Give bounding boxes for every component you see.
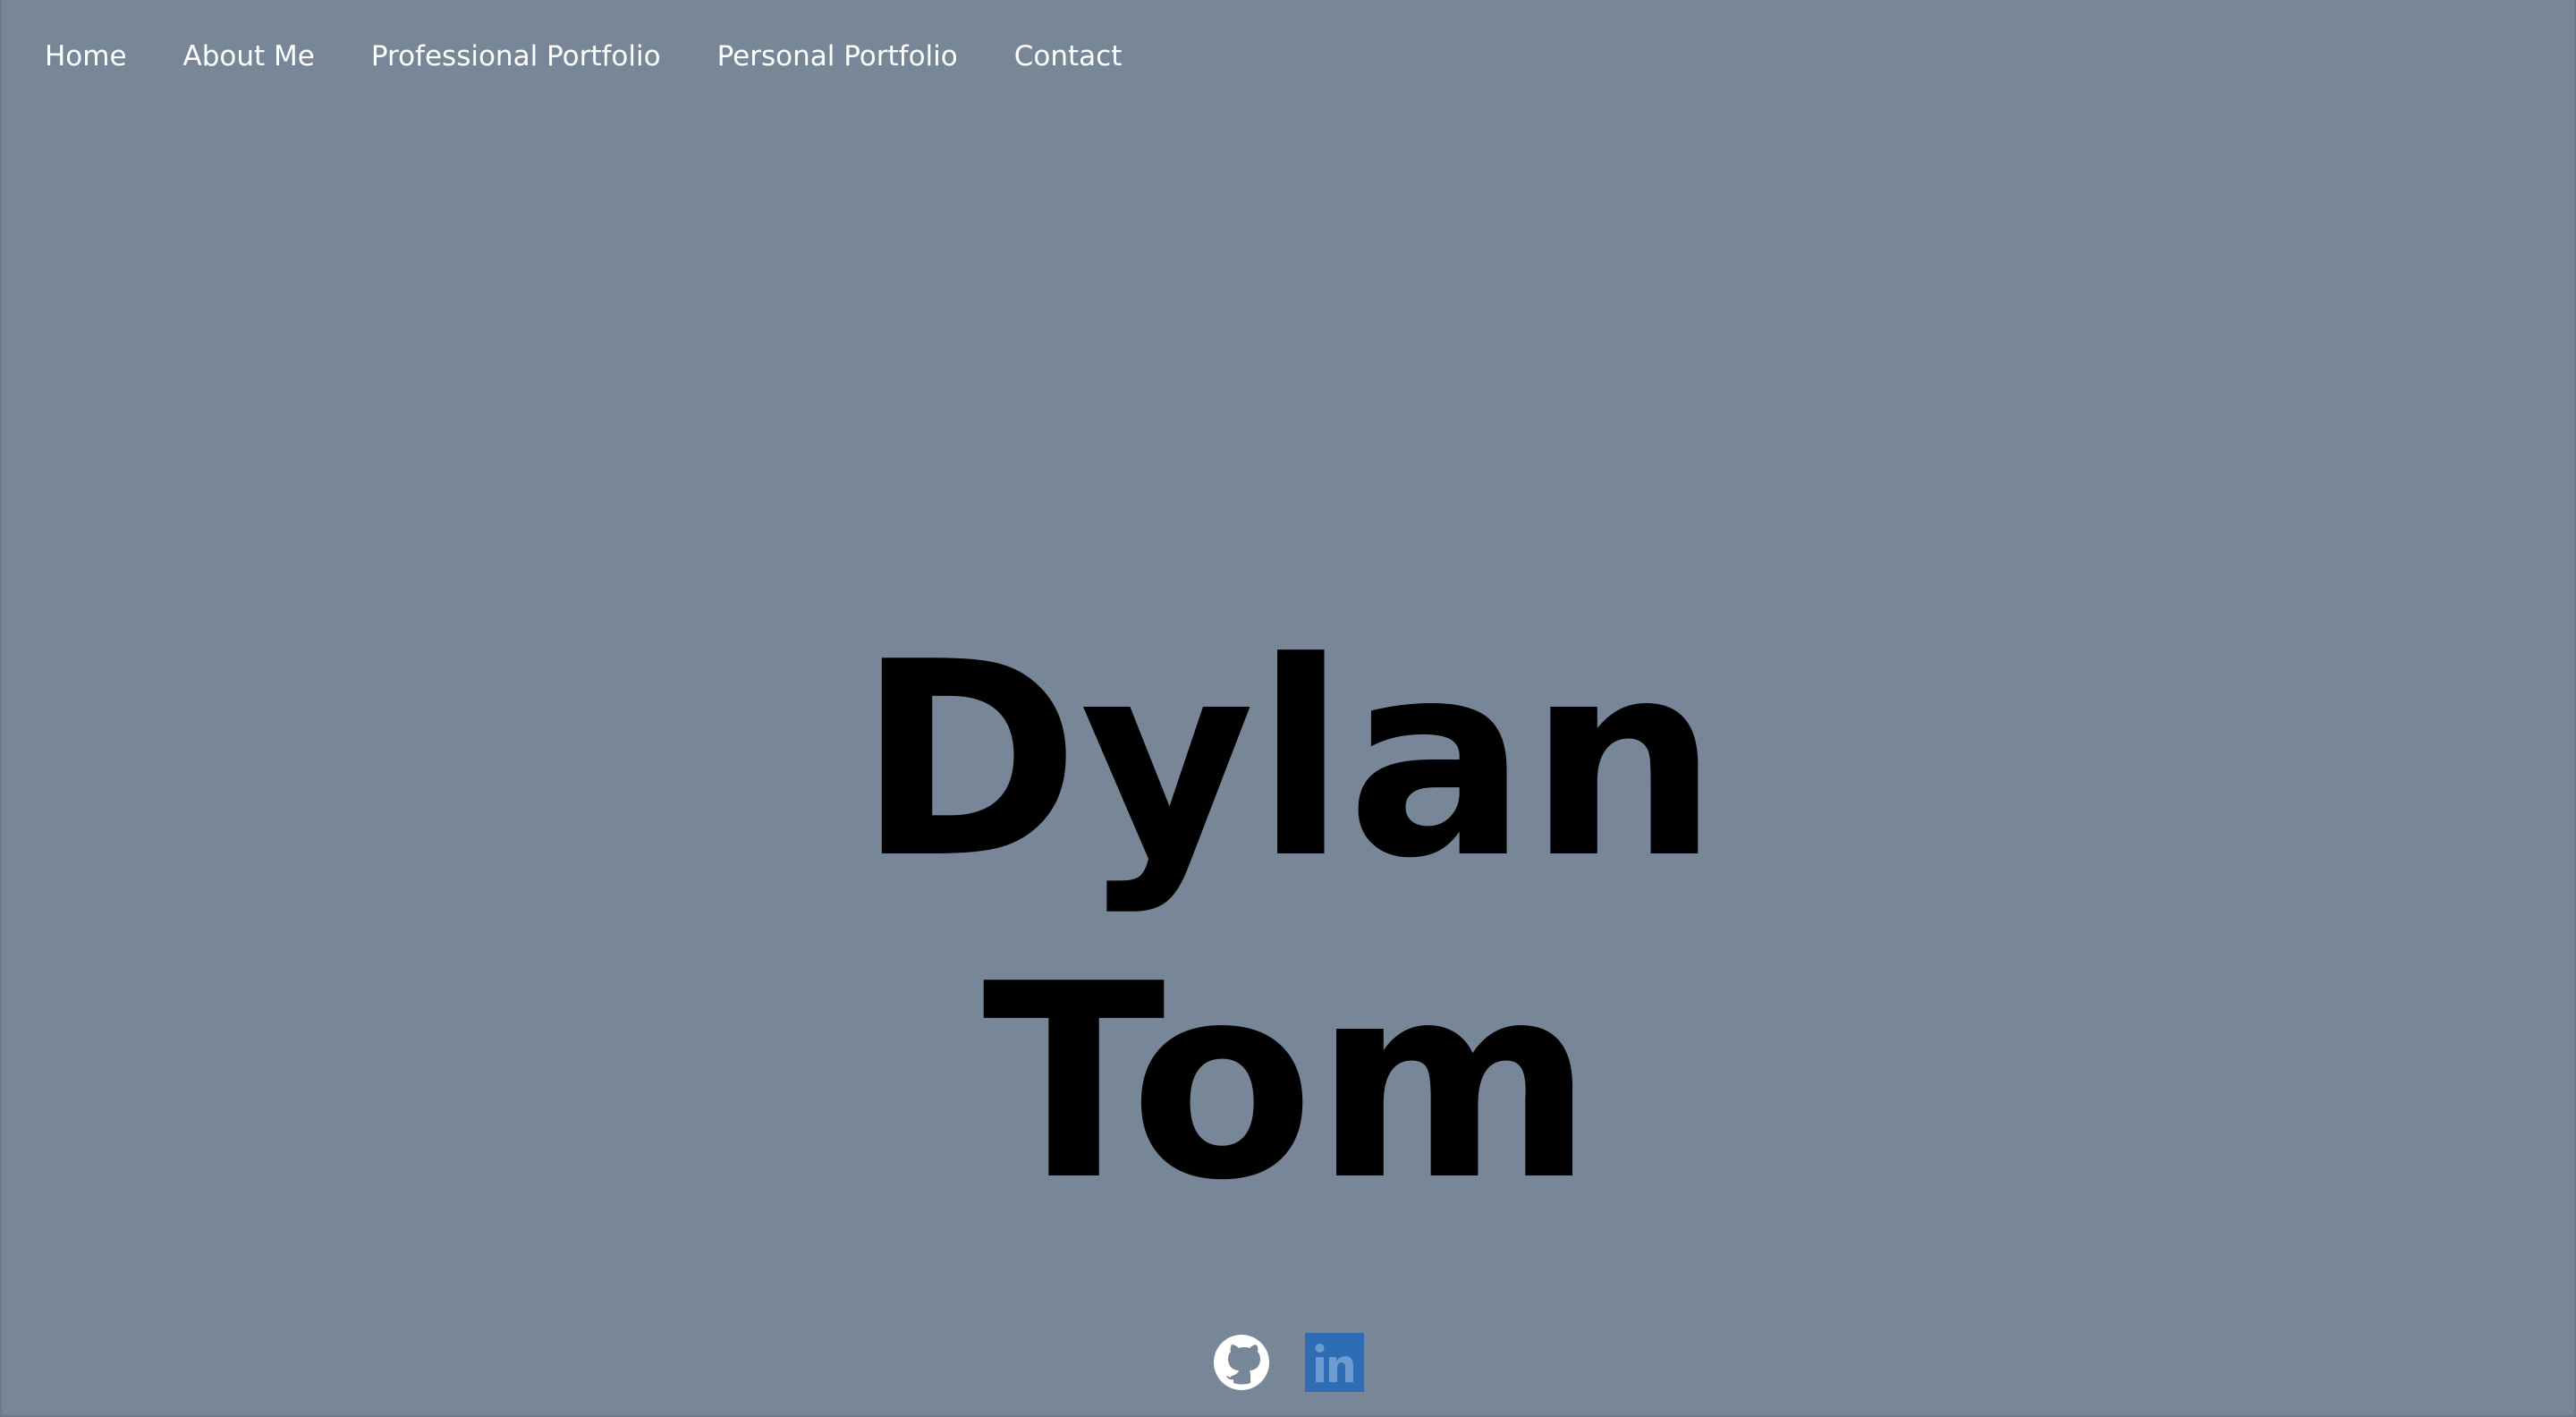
nav-about-me-link[interactable]: About Me [183, 34, 315, 79]
github-link[interactable] [1212, 1333, 1271, 1392]
main-navigation: Home About Me Professional Portfolio Per… [45, 34, 1122, 79]
nav-professional-portfolio-link[interactable]: Professional Portfolio [371, 34, 661, 79]
github-icon [1214, 1335, 1269, 1390]
first-name: Dylan [857, 605, 1719, 917]
linkedin-link[interactable] [1305, 1333, 1364, 1392]
hero-name-heading: Dylan Tom [2, 600, 2574, 1244]
linkedin-icon [1305, 1333, 1364, 1392]
nav-home-link[interactable]: Home [45, 34, 127, 79]
nav-personal-portfolio-link[interactable]: Personal Portfolio [717, 34, 958, 79]
last-name: Tom [982, 927, 1594, 1239]
social-links [2, 1333, 2574, 1392]
nav-contact-link[interactable]: Contact [1014, 34, 1123, 79]
portfolio-homepage: Home About Me Professional Portfolio Per… [0, 0, 2576, 1417]
